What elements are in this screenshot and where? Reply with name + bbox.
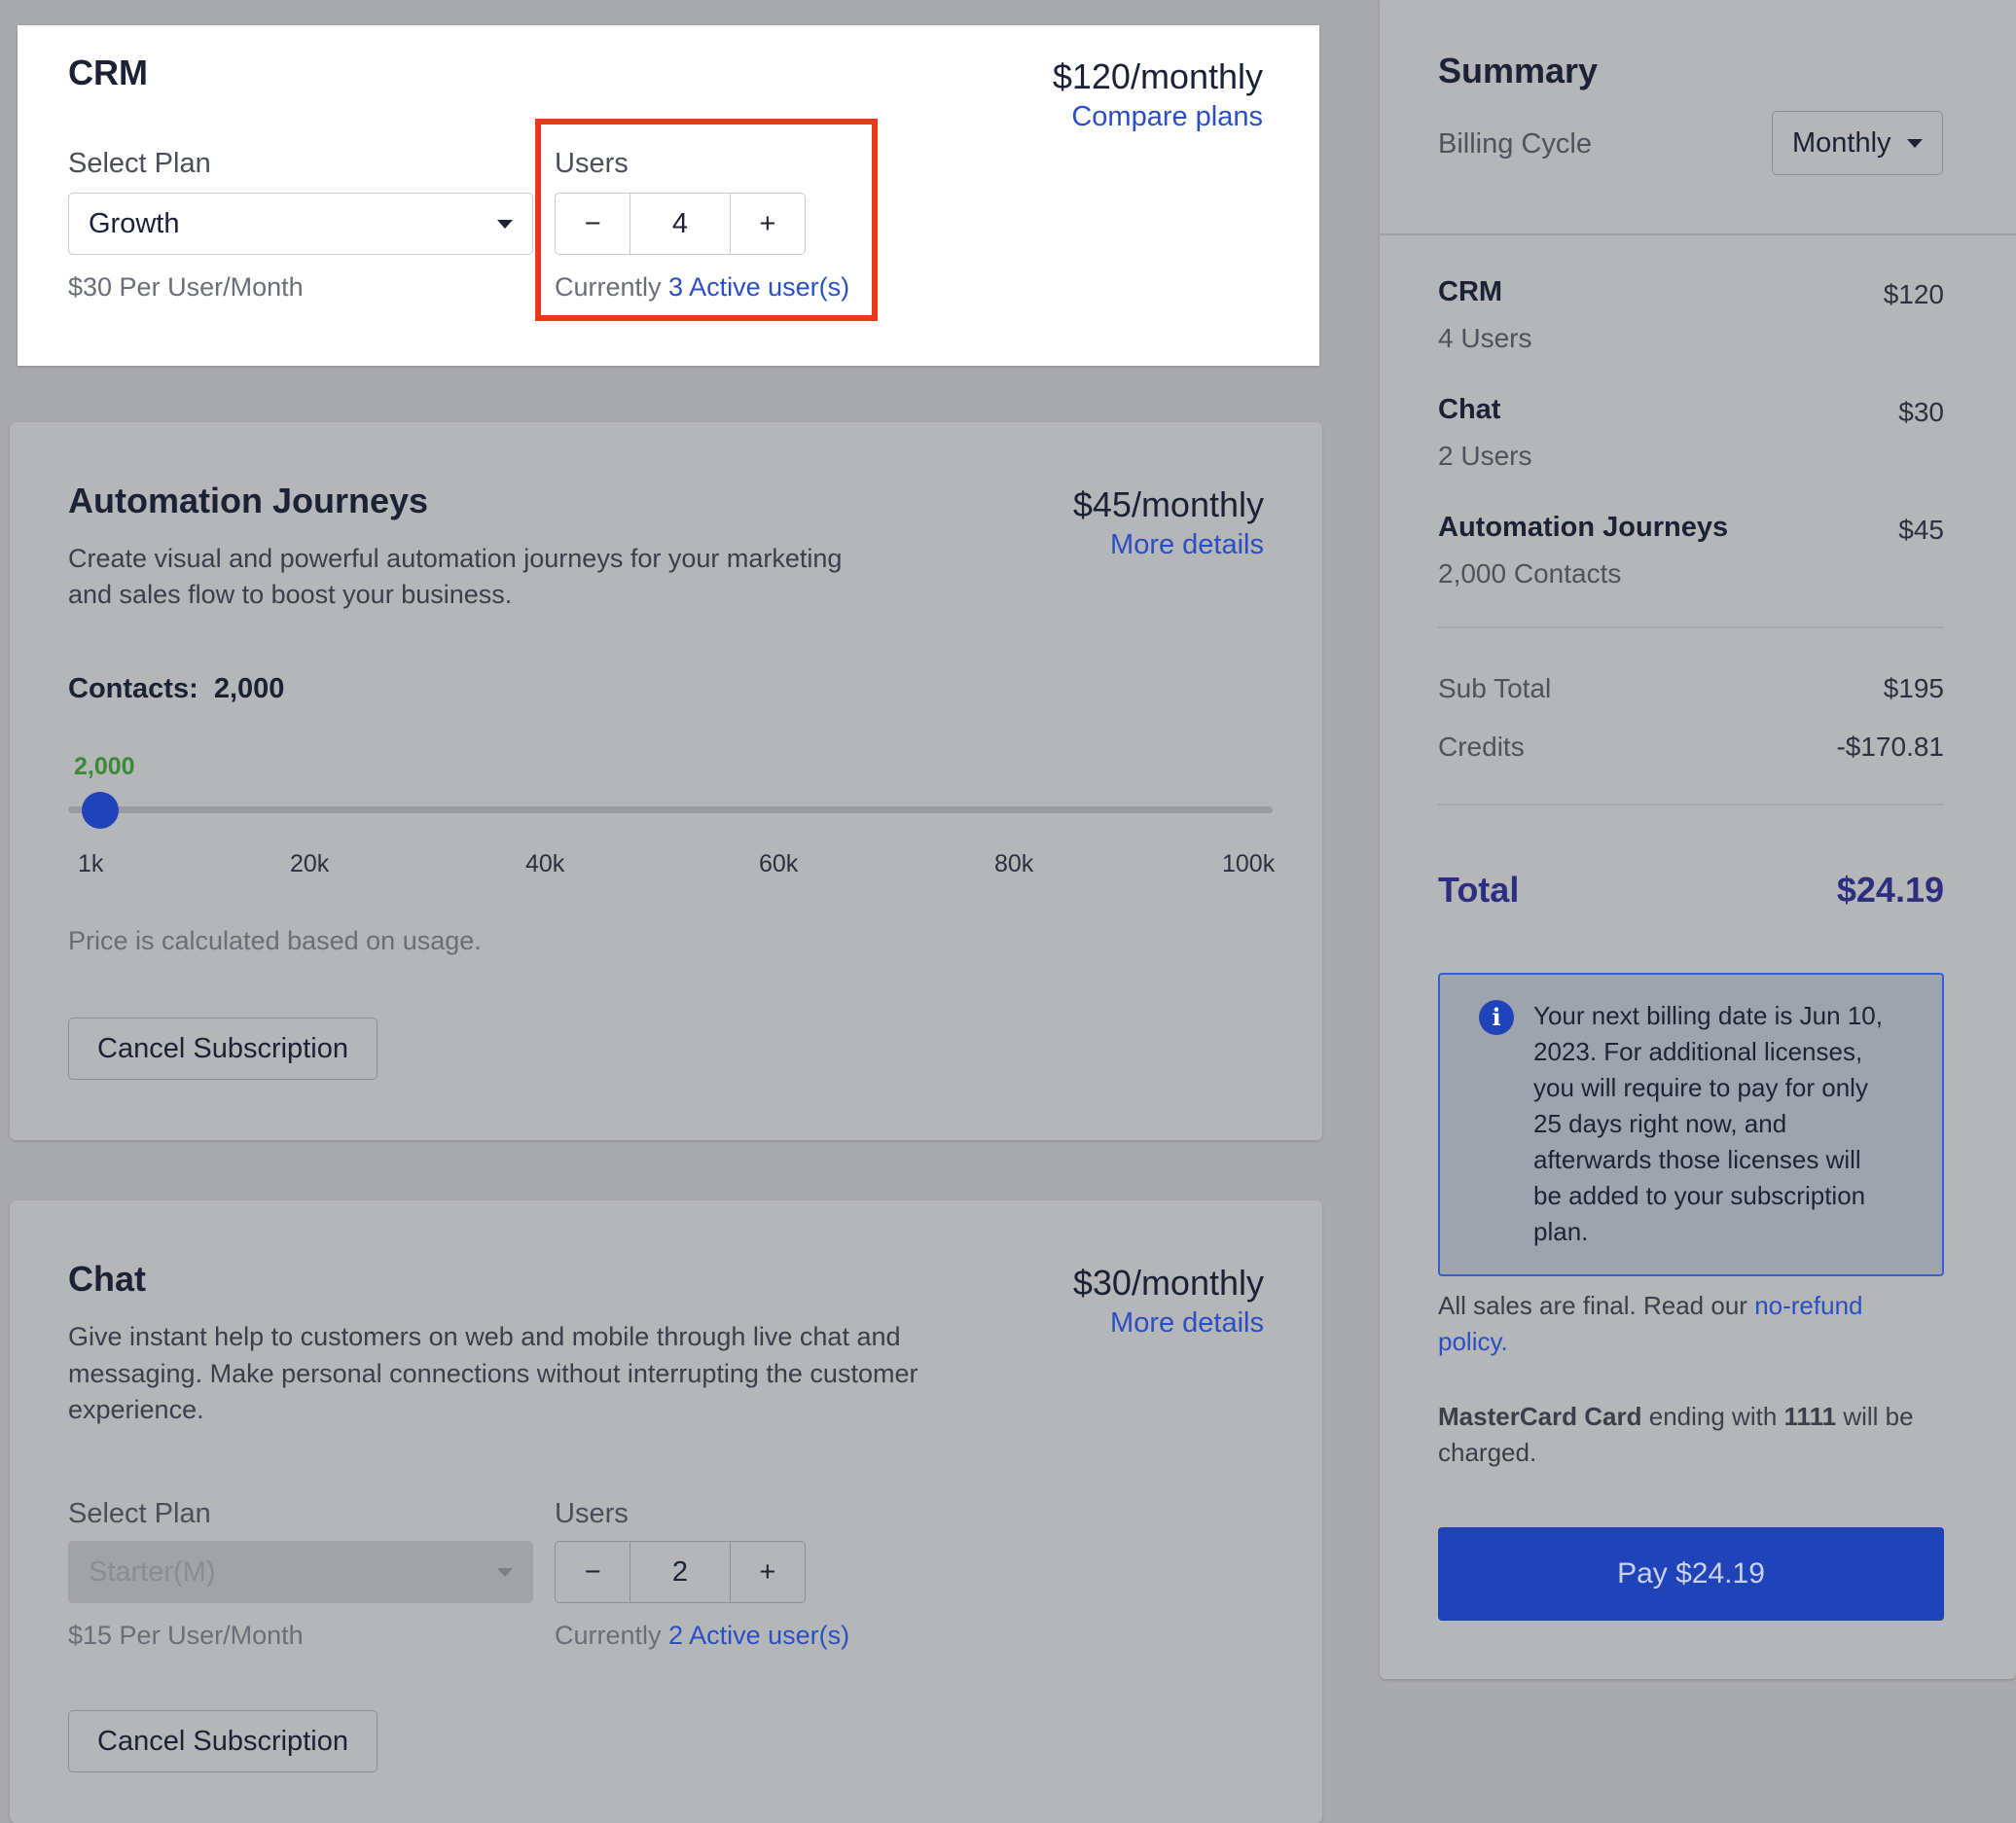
card-suffix-text: will be [1843, 1402, 1914, 1431]
summary-items-divider [1438, 626, 1944, 628]
chevron-down-icon [497, 1568, 513, 1577]
chat-currently-text: Currently [555, 1621, 662, 1650]
chat-description-line3: experience. [68, 1395, 204, 1424]
slider-tick-label: 20k [290, 850, 330, 877]
billing-cycle-label: Billing Cycle [1438, 128, 1592, 160]
info-line: plan. [1533, 1217, 1589, 1246]
summary-item-amount: $45 [1898, 515, 1944, 545]
automation-cancel-subscription-button[interactable]: Cancel Subscription [68, 1018, 378, 1080]
chat-cancel-subscription-button[interactable]: Cancel Subscription [68, 1710, 378, 1772]
pay-button[interactable]: Pay $24.19 [1438, 1527, 1944, 1621]
sales-final-note: All sales are final. Read our no-refund … [1438, 1288, 1944, 1360]
billing-info-text: Your next billing date is Jun 10, 2023. … [1533, 998, 1932, 1250]
crm-card: CRM $120/monthly Compare plans Select Pl… [18, 25, 1319, 366]
automation-description-line2: and sales flow to boost your business. [68, 580, 513, 609]
info-line: be added to your subscription [1533, 1181, 1866, 1210]
chat-active-users-link[interactable]: 2 Active user(s) [668, 1621, 849, 1650]
chat-plan-note: $15 Per User/Month [68, 1621, 304, 1650]
crm-plan-select[interactable]: Growth [68, 193, 533, 255]
sales-final-line-2: policy. [1438, 1324, 1944, 1360]
chat-description-line1: Give instant help to customers on web an… [68, 1322, 901, 1351]
summary-item-name: Automation Journeys [1438, 512, 1729, 543]
chat-card: Chat $30/monthly More details Give insta… [10, 1200, 1322, 1823]
info-icon: i [1479, 1000, 1514, 1035]
summary-header-divider [1380, 233, 2016, 235]
total-label: Total [1438, 870, 1520, 910]
chat-active-users-line: Currently 2 Active user(s) [555, 1621, 849, 1651]
chat-title: Chat [68, 1259, 146, 1299]
info-line: you will require to pay for only [1533, 1073, 1868, 1102]
summary-item-detail: 2,000 Contacts [1438, 558, 1622, 589]
summary-item-name: CRM [1438, 276, 1503, 307]
chat-users-decrement-button[interactable]: − [556, 1542, 630, 1602]
automation-contacts-line: Contacts: 2,000 [68, 673, 284, 705]
crm-select-plan-label: Select Plan [68, 148, 211, 179]
contacts-slider-track[interactable] [68, 806, 1273, 813]
billing-info-box: i Your next billing date is Jun 10, 2023… [1438, 973, 1944, 1276]
no-refund-policy-link-cont[interactable]: policy. [1438, 1327, 1508, 1356]
credits-value: -$170.81 [1836, 732, 1944, 762]
chat-users-increment-button[interactable]: + [731, 1542, 805, 1602]
info-line: 25 days right now, and [1533, 1109, 1787, 1138]
crm-title: CRM [68, 53, 148, 92]
chat-users-stepper[interactable]: − 2 + [555, 1541, 806, 1603]
subtotal-label: Sub Total [1438, 673, 1552, 703]
card-mid-text: ending with [1648, 1402, 1778, 1431]
total-value: $24.19 [1836, 870, 1944, 910]
chat-plan-select[interactable]: Starter(M) [68, 1541, 533, 1603]
crm-price: $120/monthly [1052, 56, 1263, 96]
chevron-down-icon [497, 220, 513, 229]
card-charge-line-2: charged. [1438, 1438, 1537, 1467]
slider-tick-label: 60k [759, 850, 799, 877]
info-line: 2023. For additional licenses, [1533, 1037, 1863, 1066]
sales-final-line-1: All sales are final. Read our no-refund [1438, 1288, 1944, 1324]
automation-title: Automation Journeys [68, 481, 429, 520]
billing-cycle-select[interactable]: Monthly [1772, 111, 1943, 175]
slider-tick-label: 100k [1222, 850, 1276, 877]
slider-tick-label: 1k [78, 850, 104, 877]
card-charge-note: MasterCard Card ending with 1111 will be… [1438, 1399, 1944, 1471]
card-charge-line-1: MasterCard Card ending with 1111 will be [1438, 1399, 1944, 1435]
automation-contacts-value: 2,000 [213, 673, 285, 704]
summary-item-name: Chat [1438, 394, 1501, 425]
billing-cycle-value: Monthly [1792, 127, 1891, 159]
summary-panel: Summary Billing Cycle Monthly CRM $120 4… [1380, 0, 2016, 1679]
crm-plan-note: $30 Per User/Month [68, 272, 304, 302]
summary-item-amount: $30 [1898, 397, 1944, 427]
chat-more-details-link[interactable]: More details [1110, 1307, 1264, 1340]
subtotal-value: $195 [1883, 673, 1944, 703]
summary-item-amount: $120 [1883, 279, 1944, 309]
crm-compare-plans-link[interactable]: Compare plans [1071, 101, 1263, 133]
info-line: afterwards those licenses will [1533, 1145, 1861, 1174]
sales-final-text: All sales are final. Read our [1438, 1291, 1747, 1320]
card-last4: 1111 [1783, 1402, 1837, 1431]
card-brand: MasterCard Card [1438, 1402, 1642, 1431]
chat-description-line2: messaging. Make personal connections wit… [68, 1359, 918, 1388]
summary-title: Summary [1438, 51, 1599, 90]
credits-label: Credits [1438, 732, 1525, 762]
crm-plan-value: Growth [89, 208, 180, 239]
automation-price: $45/monthly [1072, 484, 1264, 524]
chevron-down-icon [1907, 139, 1923, 148]
chat-select-plan-label: Select Plan [68, 1498, 211, 1529]
slider-tick-label: 40k [525, 850, 565, 877]
automation-contacts-label: Contacts: [68, 673, 198, 704]
automation-price-note: Price is calculated based on usage. [68, 926, 482, 955]
chat-users-label: Users [555, 1498, 629, 1529]
summary-item-detail: 2 Users [1438, 441, 1532, 471]
summary-credits-divider [1438, 804, 1944, 805]
summary-item-detail: 4 Users [1438, 323, 1532, 353]
slider-tick-label: 80k [994, 850, 1034, 877]
chat-price: $30/monthly [1072, 1263, 1264, 1303]
automation-more-details-link[interactable]: More details [1110, 529, 1264, 561]
chat-plan-value: Starter(M) [89, 1556, 216, 1588]
no-refund-policy-link[interactable]: no-refund [1754, 1291, 1862, 1320]
info-line: Your next billing date is Jun 10, [1533, 1001, 1883, 1030]
slider-value-label: 2,000 [74, 753, 135, 780]
automation-description-line1: Create visual and powerful automation jo… [68, 544, 843, 573]
contacts-slider-handle[interactable] [81, 792, 119, 829]
automation-journeys-card: Automation Journeys $45/monthly More det… [10, 422, 1322, 1140]
highlight-box [535, 119, 878, 321]
chat-users-value[interactable]: 2 [630, 1542, 731, 1602]
